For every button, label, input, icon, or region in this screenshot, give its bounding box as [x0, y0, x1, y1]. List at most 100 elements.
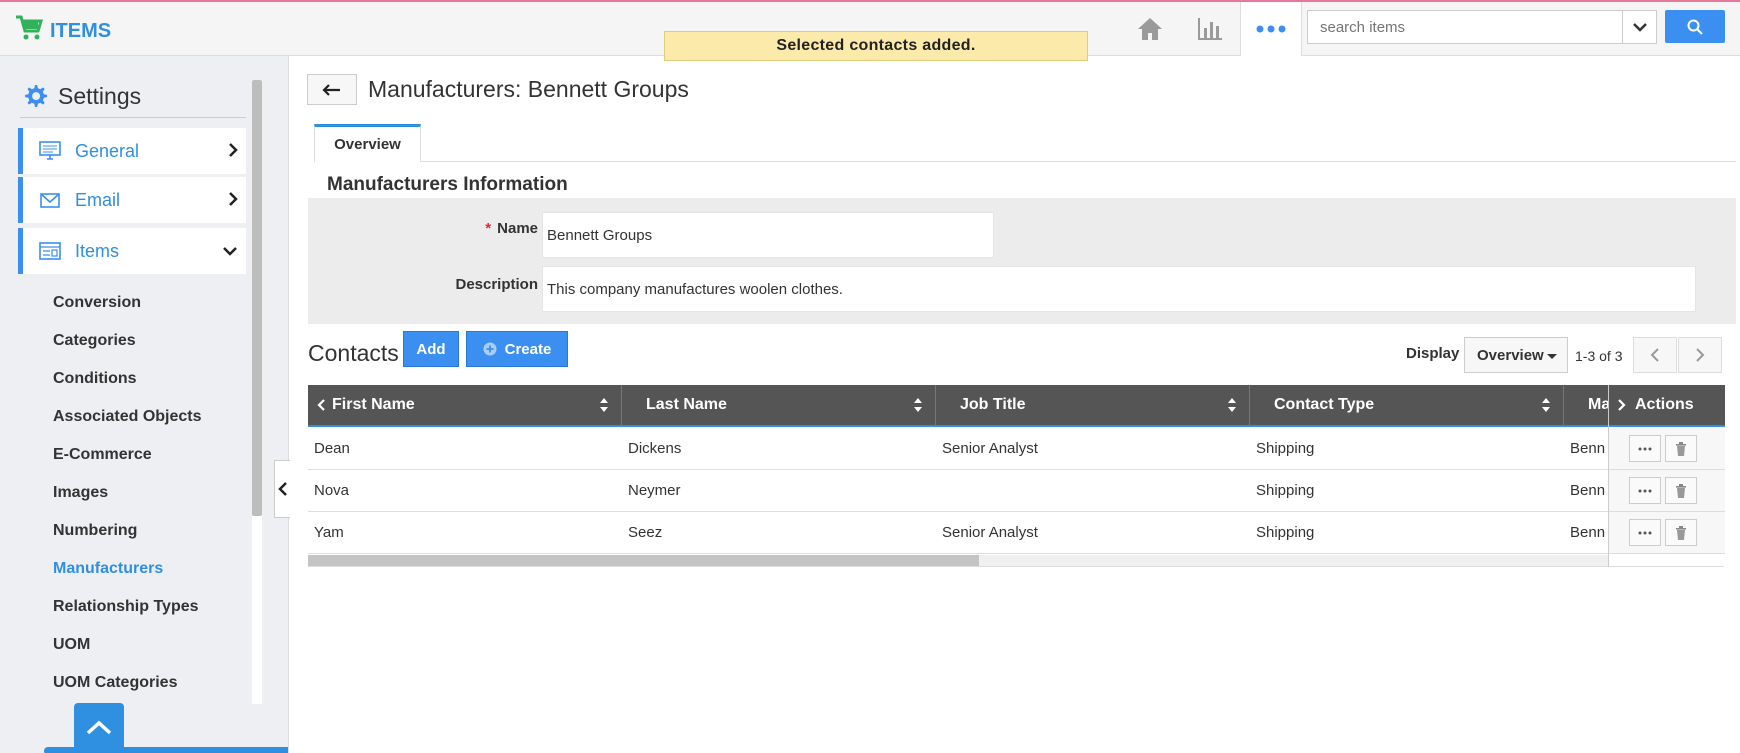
sidebar-collapse-toggle[interactable]	[274, 460, 290, 518]
table-row[interactable]: Nova Neymer Shipping Benn	[308, 470, 1608, 512]
name-field[interactable]: Bennett Groups	[542, 212, 994, 258]
cell-job-title	[942, 470, 1242, 512]
sidebar-scrollbar[interactable]	[252, 80, 262, 516]
tabs-divider	[314, 161, 1736, 162]
chevron-right-icon	[1696, 348, 1705, 362]
cell-first-name: Nova	[314, 482, 350, 499]
chevron-left-icon	[1650, 348, 1659, 362]
table-row[interactable]: Yam Seez Senior Analyst Shipping Benn	[308, 512, 1608, 554]
display-label: Display	[1406, 345, 1460, 362]
submenu-item-relationship-types[interactable]: Relationship Types	[53, 588, 202, 626]
more-actions-button[interactable]	[1629, 477, 1661, 504]
search-dropdown-toggle[interactable]	[1622, 11, 1656, 43]
delete-button[interactable]	[1665, 477, 1697, 504]
cell-last-name: Dickens	[628, 440, 682, 457]
manufacturer-info-panel: * Name Bennett Groups Description This co…	[308, 198, 1736, 324]
sidebar-item-general[interactable]: General	[18, 128, 246, 174]
envelope-icon	[40, 193, 60, 208]
more-actions-button[interactable]	[1629, 435, 1661, 462]
chevron-right-icon	[229, 143, 238, 157]
submenu-item-images[interactable]: Images	[53, 474, 202, 512]
items-list-icon	[39, 242, 61, 260]
create-contact-button[interactable]: Create	[466, 331, 568, 367]
column-manufacturer[interactable]: Ma	[1564, 385, 1608, 425]
reports-icon[interactable]	[1180, 2, 1240, 56]
submenu-item-e-commerce[interactable]: E-Commerce	[53, 436, 202, 474]
app-brand[interactable]: ITEMS	[14, 14, 111, 48]
required-indicator: *	[485, 220, 492, 237]
caret-down-icon	[1547, 354, 1557, 359]
search-button[interactable]	[1665, 10, 1725, 43]
submenu-item-associated-objects[interactable]: Associated Objects	[53, 398, 202, 436]
app-title: ITEMS	[50, 19, 112, 42]
notification-toast: Selected contacts added.	[664, 31, 1088, 61]
description-field[interactable]: This company manufactures woolen clothes…	[542, 266, 1696, 312]
description-label: Description	[455, 276, 538, 293]
display-select-value: Overview	[1477, 346, 1544, 364]
grid-bottom-divider	[308, 566, 1724, 567]
cart-icon	[14, 14, 44, 48]
sort-icon	[1542, 398, 1550, 412]
name-label: * Name	[485, 220, 538, 237]
search-input[interactable]	[1308, 11, 1620, 43]
submenu-item-categories[interactable]: Categories	[53, 322, 202, 360]
cell-first-name: Yam	[314, 524, 344, 541]
display-select[interactable]: Overview	[1464, 337, 1568, 373]
actions-header: Actions	[1609, 385, 1725, 427]
create-label: Create	[504, 340, 552, 358]
chevron-right-icon	[229, 192, 238, 206]
trash-icon	[1676, 441, 1686, 456]
settings-title: Settings	[58, 83, 142, 109]
ellipsis-icon	[1638, 489, 1652, 492]
top-nav-icons	[1120, 2, 1302, 56]
chevron-down-icon	[1632, 23, 1647, 32]
submenu-item-uom-categories[interactable]: UOM Categories	[53, 664, 202, 702]
sort-icon	[914, 398, 922, 412]
column-last-name[interactable]: Last Name	[622, 385, 936, 425]
grid-horizontal-scrollbar[interactable]	[308, 555, 1608, 566]
cell-job-title: Senior Analyst	[942, 440, 1038, 457]
next-page-button[interactable]	[1678, 337, 1722, 373]
column-first-name[interactable]: First Name	[308, 385, 622, 425]
delete-button[interactable]	[1665, 519, 1697, 546]
more-menu-icon[interactable]	[1240, 2, 1302, 56]
chevron-up-icon	[86, 720, 112, 735]
cell-contact-type: Shipping	[1256, 524, 1315, 541]
chevron-left-icon	[277, 482, 287, 496]
column-job-title[interactable]: Job Title	[936, 385, 1250, 425]
table-row[interactable]: Dean Dickens Senior Analyst Shipping Ben…	[308, 428, 1608, 470]
submenu-item-conversion[interactable]: Conversion	[53, 284, 202, 322]
ellipsis-icon	[1638, 447, 1652, 450]
sort-icon	[1228, 398, 1236, 412]
add-contact-button[interactable]: Add	[403, 331, 459, 367]
sidebar-item-email[interactable]: Email	[18, 177, 246, 223]
back-button[interactable]	[307, 74, 357, 105]
settings-heading: Settings	[20, 82, 246, 118]
search-box	[1307, 10, 1657, 44]
cell-manufacturer: Benn	[1570, 524, 1606, 541]
more-actions-button[interactable]	[1629, 519, 1661, 546]
plus-circle-icon	[483, 342, 497, 356]
column-contact-type[interactable]: Contact Type	[1250, 385, 1564, 425]
cell-last-name: Seez	[628, 524, 663, 541]
chevron-right-icon[interactable]	[1617, 398, 1627, 412]
sidebar-item-label: Items	[75, 240, 120, 261]
monitor-icon	[39, 141, 61, 160]
row-actions	[1609, 512, 1725, 554]
cell-manufacturer: Benn	[1570, 482, 1606, 499]
grid-scroll-thumb[interactable]	[308, 555, 979, 566]
prev-page-button[interactable]	[1633, 337, 1677, 373]
scroll-top-button[interactable]	[74, 703, 124, 753]
submenu-item-numbering[interactable]: Numbering	[53, 512, 202, 550]
sidebar-item-items[interactable]: Items	[18, 228, 246, 274]
home-icon[interactable]	[1120, 2, 1180, 56]
submenu-item-manufacturers[interactable]: Manufacturers	[53, 550, 202, 588]
cell-contact-type: Shipping	[1256, 482, 1315, 499]
sort-icon	[600, 398, 608, 412]
submenu-item-uom[interactable]: UOM	[53, 626, 202, 664]
delete-button[interactable]	[1665, 435, 1697, 462]
submenu-item-conditions[interactable]: Conditions	[53, 360, 202, 398]
chevron-left-icon	[317, 399, 325, 411]
row-actions	[1609, 470, 1725, 512]
tab-overview[interactable]: Overview	[314, 124, 421, 162]
